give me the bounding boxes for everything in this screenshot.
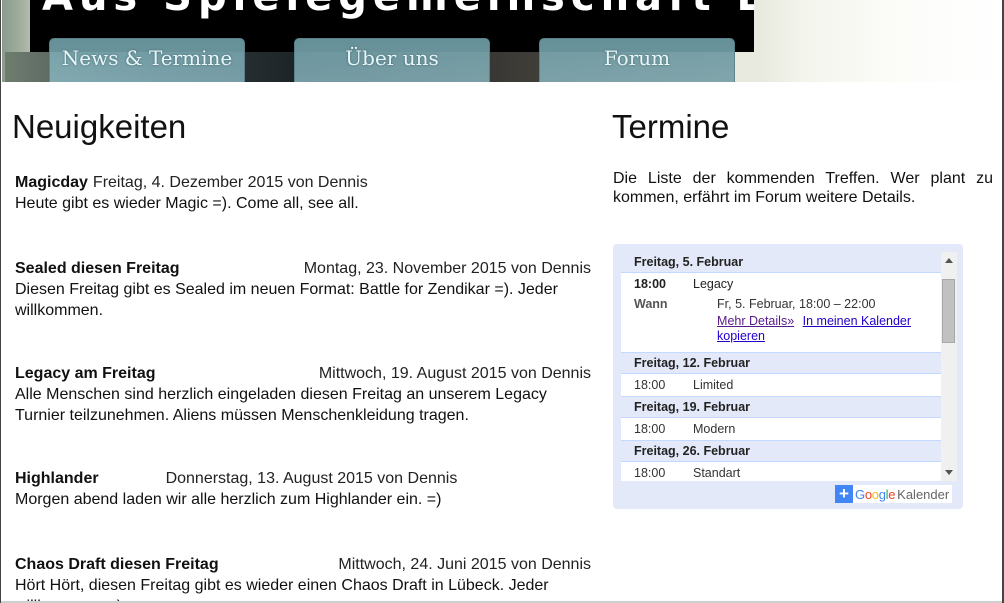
add-to-google-calendar-button[interactable]: + Google Kalender xyxy=(835,485,953,503)
event-time: 18:00 xyxy=(634,466,666,480)
calendar-event[interactable]: 18:00 Modern xyxy=(621,418,941,441)
news-post-body: Heute gibt es wieder Magic =). Come all,… xyxy=(15,195,359,212)
calendar-day-header: Freitag, 19. Februar xyxy=(621,397,941,418)
news-post-body: Hört Hört, diesen Freitag gibt es wieder… xyxy=(15,577,549,603)
news-post: Magicday Freitag, 4. Dezember 2015 von D… xyxy=(15,172,591,214)
plus-icon: + xyxy=(835,485,853,503)
site-title: Aus Spielegemeinschaft Lübeck xyxy=(42,0,754,20)
news-post-title[interactable]: Legacy am Freitag xyxy=(15,363,156,384)
news-post-meta: Donnerstag, 13. August 2015 von Dennis xyxy=(165,470,458,487)
google-letter: o xyxy=(871,486,879,502)
event-title[interactable]: Limited xyxy=(693,374,733,396)
news-heading: Neuigkeiten xyxy=(12,108,187,145)
event-time: 18:00 xyxy=(634,422,666,436)
nav-tab-forum[interactable]: Forum xyxy=(539,38,735,82)
event-title[interactable]: Modern xyxy=(693,418,735,440)
scrollbar-thumb[interactable] xyxy=(942,279,955,343)
news-post-meta: Montag, 23. November 2015 von Dennis xyxy=(303,260,591,277)
calendar-event[interactable]: 18:00 Limited xyxy=(621,374,941,397)
google-letter: g xyxy=(878,486,886,502)
event-title[interactable]: Legacy xyxy=(693,277,733,291)
termine-heading: Termine xyxy=(612,108,730,145)
calendar-day-header: Freitag, 12. Februar xyxy=(621,353,941,374)
nav-tab-ueber-uns[interactable]: Über uns xyxy=(294,38,490,82)
calendar-day-header: Freitag, 26. Februar xyxy=(621,441,941,462)
calendar-event-expanded[interactable]: 18:00 Legacy Wann Fr, 5. Februar, 18:00 … xyxy=(621,273,941,353)
more-details-link[interactable]: Mehr Details» xyxy=(717,314,794,328)
google-letter: e xyxy=(888,486,896,502)
google-calendar-widget: Freitag, 5. Februar 18:00 Legacy Wann Fr… xyxy=(613,244,963,509)
termine-intro: Die Liste der kommenden Treffen. Wer pla… xyxy=(613,170,993,206)
browser-viewport: Aus Spielegemeinschaft Lübeck News & Ter… xyxy=(0,0,1004,603)
event-when-label: Wann xyxy=(634,297,668,311)
news-post-body: Diesen Freitag gibt es Sealed im neuen F… xyxy=(15,281,558,319)
event-time: 18:00 xyxy=(634,277,666,291)
news-post-title[interactable]: Magicday xyxy=(15,172,88,193)
google-letter: o xyxy=(864,486,872,502)
news-post-meta: Freitag, 4. Dezember 2015 von Dennis xyxy=(92,174,368,191)
google-letter: G xyxy=(855,486,865,502)
news-post-meta: Mittwoch, 19. August 2015 von Dennis xyxy=(318,365,591,382)
news-post: Highlander Donnerstag, 13. August 2015 v… xyxy=(15,468,591,510)
news-post-body: Morgen abend laden wir alle herzlich zum… xyxy=(15,491,442,508)
news-post-body: Alle Menschen sind herzlich eingeladen d… xyxy=(15,386,547,424)
news-post-meta: Mittwoch, 24. Juni 2015 von Dennis xyxy=(338,556,591,573)
calendar-event[interactable]: 18:00 Standart xyxy=(621,462,941,481)
news-post: Chaos Draft diesen Freitag Mittwoch, 24.… xyxy=(15,554,591,603)
site-header: Aus Spielegemeinschaft Lübeck News & Ter… xyxy=(2,0,1002,82)
event-time: 18:00 xyxy=(634,378,666,392)
calendar-scrollbar[interactable] xyxy=(941,252,957,481)
nav-tab-news-termine[interactable]: News & Termine xyxy=(49,38,245,82)
news-post-title[interactable]: Highlander xyxy=(15,468,99,489)
news-post-title[interactable]: Sealed diesen Freitag xyxy=(15,258,180,279)
google-logo: Google xyxy=(855,487,895,502)
event-title[interactable]: Standart xyxy=(693,462,740,481)
scroll-down-arrow-icon[interactable] xyxy=(945,470,953,475)
calendar-day-header: Freitag, 5. Februar xyxy=(621,252,941,273)
scroll-up-arrow-icon[interactable] xyxy=(945,258,953,263)
news-post: Sealed diesen Freitag Montag, 23. Novemb… xyxy=(15,258,591,321)
news-post: Legacy am Freitag Mittwoch, 19. August 2… xyxy=(15,363,591,426)
kalender-label: Kalender xyxy=(897,486,950,502)
news-post-title[interactable]: Chaos Draft diesen Freitag xyxy=(15,554,219,575)
event-when-value: Fr, 5. Februar, 18:00 – 22:00 xyxy=(717,297,876,311)
calendar-agenda-list[interactable]: Freitag, 5. Februar 18:00 Legacy Wann Fr… xyxy=(621,252,941,481)
